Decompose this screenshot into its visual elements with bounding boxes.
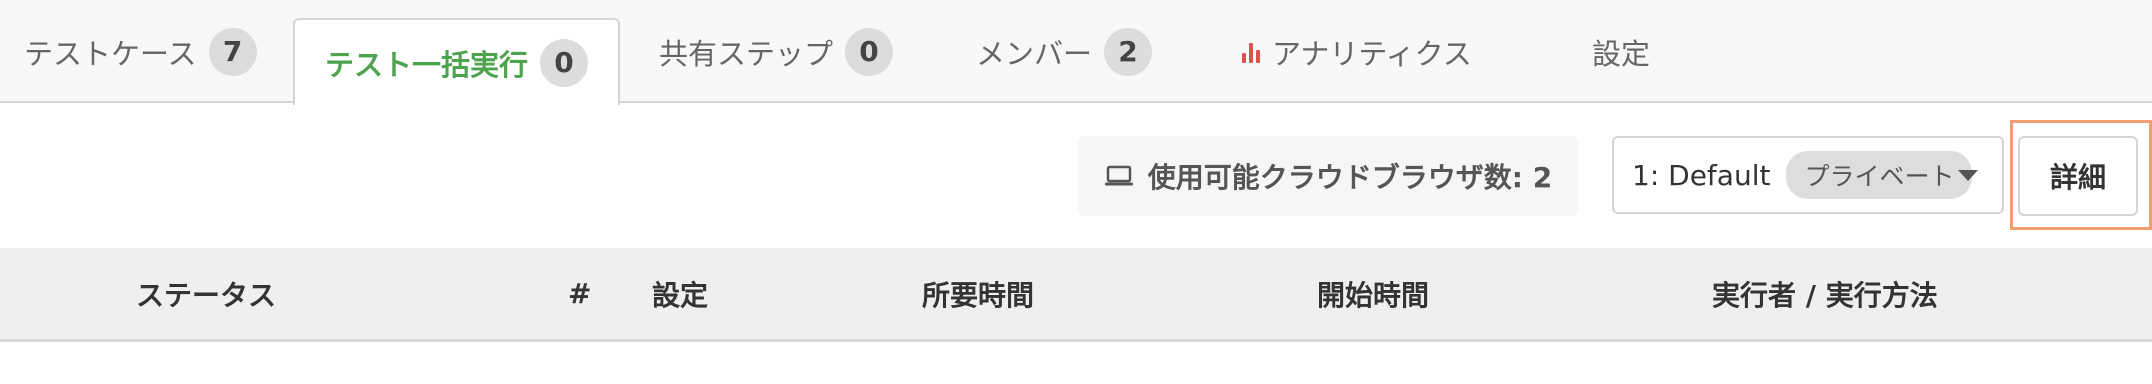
column-header-config[interactable]: 設定 [652, 248, 708, 339]
column-header-start-time[interactable]: 開始時間 [1317, 248, 1429, 339]
available-browsers-label: 使用可能クラウドブラウザ数: 2 [1147, 161, 1553, 194]
column-header-executor[interactable]: 実行者 / 実行方法 [1712, 248, 1938, 339]
tab-bar: テストケース 7 テスト一括実行 0 共有ステップ 0 メンバー 2 アナリティ… [0, 0, 2152, 105]
environment-select[interactable]: 1: Default プライベート [1612, 136, 2004, 214]
tab-label: テスト一括実行 [325, 47, 529, 82]
detail-button[interactable]: 詳細 [2018, 136, 2138, 216]
available-browsers-indicator: 使用可能クラウドブラウザ数: 2 [1078, 136, 1578, 216]
chevron-down-icon [1958, 170, 1978, 181]
tab-label: 共有ステップ [659, 36, 834, 71]
tab-label: メンバー [976, 36, 1093, 71]
tab-members[interactable]: メンバー 2 [976, 0, 1153, 103]
count-badge: 0 [845, 27, 894, 76]
tab-label: 設定 [1592, 36, 1651, 71]
count-badge: 0 [540, 38, 589, 87]
tab-analytics[interactable]: アナリティクス [1242, 0, 1472, 103]
private-badge: プライベート [1786, 151, 1973, 199]
bar-chart-icon [1242, 41, 1260, 63]
tab-label: テストケース [24, 36, 197, 71]
tab-batch-run[interactable]: テスト一括実行 0 [293, 18, 621, 105]
laptop-icon [1104, 165, 1134, 187]
column-header-duration[interactable]: 所要時間 [922, 248, 1034, 339]
column-header-status[interactable]: ステータス [136, 248, 276, 339]
environment-value: 1: Default [1632, 158, 1771, 192]
count-badge: 2 [1104, 27, 1153, 76]
table-header: ステータス # 設定 所要時間 開始時間 実行者 / 実行方法 [0, 248, 2152, 342]
count-badge: 7 [208, 27, 257, 76]
tab-test-cases[interactable]: テストケース 7 [24, 0, 257, 103]
tab-settings[interactable]: 設定 [1592, 0, 1650, 103]
tab-shared-steps[interactable]: 共有ステップ 0 [659, 0, 894, 103]
tab-label: アナリティクス [1272, 36, 1472, 71]
column-header-number[interactable]: # [568, 248, 591, 339]
